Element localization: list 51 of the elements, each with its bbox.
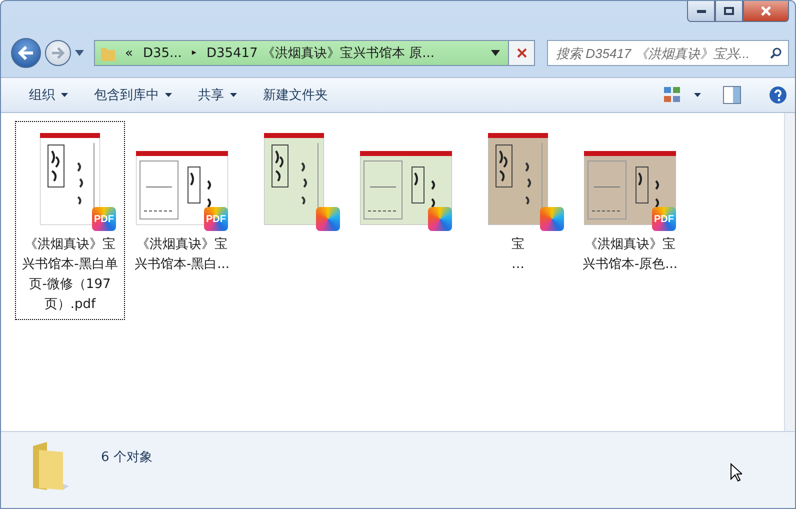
file-name: 宝 … — [512, 236, 524, 274]
caret-icon — [230, 93, 237, 97]
scrollbar[interactable] — [784, 113, 795, 431]
file-name: 《洪烟真诀》宝 兴书馆本-黑白单 页-微修（197 页）.pdf — [22, 236, 118, 314]
pdf-badge — [428, 207, 452, 231]
minimize-button[interactable] — [687, 1, 715, 22]
item-count: 6 个对象 — [101, 449, 152, 466]
search-icon — [770, 47, 782, 59]
breadcrumb[interactable]: D35... — [142, 46, 182, 60]
caret-icon[interactable] — [491, 50, 500, 56]
close-icon — [761, 6, 771, 16]
forward-arrow-icon — [51, 47, 65, 59]
address-bar[interactable]: « D35... ▸ D35417 《洪烟真诀》宝兴书馆本 原... — [94, 40, 535, 66]
file-name: 《洪烟真诀》宝 兴书馆本-原色... — [582, 236, 678, 274]
help-icon[interactable] — [769, 86, 787, 104]
pdf-badge: PDF — [92, 207, 116, 231]
toolbar-button[interactable]: 包含到库中 — [84, 82, 182, 108]
file-name: 《洪烟真诀》宝 兴书馆本-黑白... — [134, 236, 230, 274]
pdf-badge — [316, 207, 340, 231]
view-options-icon[interactable] — [664, 87, 682, 103]
close-button[interactable] — [743, 1, 789, 22]
pdf-badge: PDF — [652, 207, 676, 231]
folder-icon — [31, 440, 71, 492]
toolbar-button[interactable]: 共享 — [188, 82, 247, 108]
toolbar-button[interactable]: 新建文件夹 — [253, 82, 338, 108]
toolbar-button[interactable]: 组织 — [19, 82, 78, 108]
forward-button[interactable] — [45, 40, 71, 66]
preview-pane-icon[interactable] — [723, 86, 741, 104]
back-arrow-icon — [18, 46, 34, 60]
file-item[interactable]: 宝 … — [463, 121, 573, 280]
file-item[interactable]: PDF 《洪烟真诀》宝 兴书馆本-原色... — [575, 121, 685, 280]
pdf-badge: PDF — [204, 207, 228, 231]
close-icon — [516, 48, 526, 58]
breadcrumb-separator[interactable]: ▸ — [192, 48, 196, 58]
file-item[interactable]: PDF 《洪烟真诀》宝 兴书馆本-黑白单 页-微修（197 页）.pdf — [15, 121, 125, 320]
pdf-badge — [540, 207, 564, 231]
folder-icon — [101, 45, 115, 61]
caret-icon — [61, 93, 68, 97]
maximize-button[interactable] — [715, 1, 743, 22]
cursor-icon — [730, 463, 742, 482]
caret-icon[interactable] — [75, 50, 84, 56]
caret-icon[interactable] — [694, 93, 701, 97]
breadcrumb[interactable]: D35417 《洪烟真诀》宝兴书馆本 原... — [206, 44, 434, 62]
maximize-icon — [724, 7, 734, 15]
back-button[interactable] — [11, 38, 41, 68]
minimize-icon — [696, 10, 706, 12]
overflow-chevron[interactable]: « — [125, 46, 133, 60]
file-item[interactable]: PDF 《洪烟真诀》宝 兴书馆本-黑白... — [127, 121, 237, 280]
search-field[interactable]: 搜索 D35417 《洪烟真诀》宝兴... — [547, 40, 789, 66]
caret-icon — [165, 93, 172, 97]
stop-button[interactable] — [508, 41, 534, 65]
